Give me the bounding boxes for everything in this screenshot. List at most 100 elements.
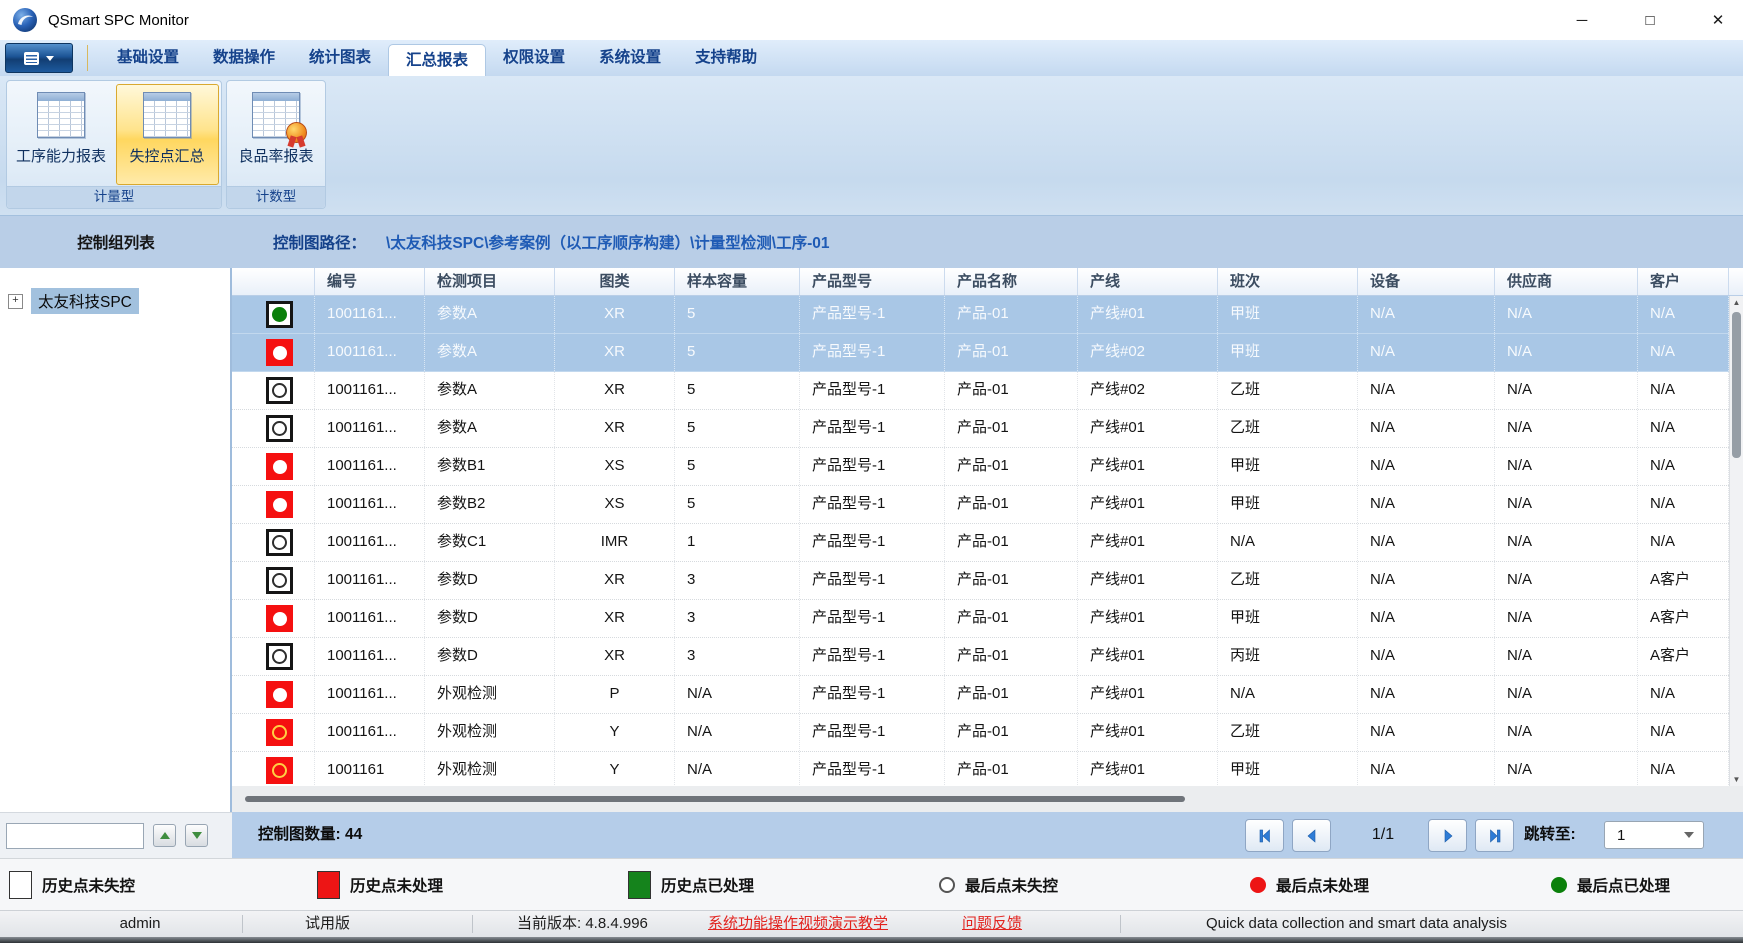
column-header-设备[interactable]: 设备: [1358, 268, 1495, 295]
logged-in-user: admin: [95, 911, 185, 937]
table-cell: 5: [675, 296, 800, 333]
menu-item-0[interactable]: 基础设置: [100, 40, 196, 76]
table-cell: N/A: [1638, 714, 1729, 751]
maximize-button[interactable]: □: [1639, 12, 1661, 29]
column-header-产品名称[interactable]: 产品名称: [945, 268, 1078, 295]
horizontal-scrollbar-thumb[interactable]: [245, 796, 1185, 802]
minimize-button[interactable]: ─: [1571, 12, 1593, 29]
table-cell: 3: [675, 638, 800, 675]
table-cell: 产品-01: [945, 676, 1078, 713]
ribbon-button-1-0[interactable]: 良品率报表: [227, 84, 325, 185]
table-cell: 甲班: [1218, 486, 1358, 523]
table-row[interactable]: 1001161...参数AXR5产品型号-1产品-01产线#01甲班N/AN/A…: [232, 296, 1729, 334]
table-row[interactable]: 1001161...参数DXR3产品型号-1产品-01产线#01乙班N/AN/A…: [232, 562, 1729, 600]
ribbon-button-0-1[interactable]: 失控点汇总: [116, 84, 219, 185]
column-header-产线[interactable]: 产线: [1078, 268, 1218, 295]
status-cell: [232, 714, 315, 751]
table-cell: 产品型号-1: [800, 486, 945, 523]
table-row[interactable]: 1001161...参数AXR5产品型号-1产品-01产线#02甲班N/AN/A…: [232, 334, 1729, 372]
app-menu-button[interactable]: [5, 43, 73, 73]
ribbon-group-label: 计数型: [227, 186, 325, 208]
table-row[interactable]: 1001161外观检测YN/A产品型号-1产品-01产线#01甲班N/AN/AN…: [232, 752, 1729, 786]
table-cell: N/A: [1358, 410, 1495, 447]
menu-item-2[interactable]: 统计图表: [292, 40, 388, 76]
control-group-tree-panel: + 太友科技SPC: [0, 268, 232, 812]
legend-item-1: 历史点未处理: [317, 859, 443, 911]
table-cell: 1001161...: [315, 714, 425, 751]
table-cell: XR: [555, 600, 675, 637]
first-page-button[interactable]: [1245, 819, 1284, 852]
report-table-icon: [143, 92, 191, 138]
column-header-供应商[interactable]: 供应商: [1495, 268, 1638, 295]
table-cell: N/A: [675, 714, 800, 751]
close-button[interactable]: ✕: [1707, 11, 1729, 29]
table-cell: 甲班: [1218, 448, 1358, 485]
table-row[interactable]: 1001161...外观检测PN/A产品型号-1产品-01产线#01N/AN/A…: [232, 676, 1729, 714]
ribbon-button-0-0[interactable]: 工序能力报表: [10, 84, 113, 185]
table-cell: XR: [555, 372, 675, 409]
table-cell: 产线#01: [1078, 676, 1218, 713]
menu-item-4[interactable]: 权限设置: [486, 40, 582, 76]
menu-item-3[interactable]: 汇总报表: [388, 44, 486, 76]
horizontal-scrollbar[interactable]: [232, 786, 1743, 812]
table-cell: 1001161: [315, 752, 425, 786]
table-row[interactable]: 1001161...参数B2XS5产品型号-1产品-01产线#01甲班N/AN/…: [232, 486, 1729, 524]
column-header-编号[interactable]: 编号: [315, 268, 425, 295]
table-body: 1001161...参数AXR5产品型号-1产品-01产线#01甲班N/AN/A…: [232, 296, 1729, 786]
column-header-产品型号[interactable]: 产品型号: [800, 268, 945, 295]
status-bar: admin 试用版 当前版本: 4.8.4.996 系统功能操作视频演示教学 问…: [0, 910, 1743, 937]
table-row[interactable]: 1001161...参数AXR5产品型号-1产品-01产线#02乙班N/AN/A…: [232, 372, 1729, 410]
edition-label: 试用版: [305, 911, 350, 937]
table-cell: XR: [555, 410, 675, 447]
table-row[interactable]: 1001161...参数C1IMR1产品型号-1产品-01产线#01N/AN/A…: [232, 524, 1729, 562]
legend-square-icon: [317, 871, 340, 899]
feedback-link[interactable]: 问题反馈: [962, 911, 1022, 937]
menu-item-1[interactable]: 数据操作: [196, 40, 292, 76]
vertical-scrollbar[interactable]: ▲ ▼: [1729, 296, 1743, 786]
tree-search-input[interactable]: [6, 823, 144, 849]
breadcrumb[interactable]: \太友科技SPC\参考案例（以工序顺序构建）\计量型检测\工序-01: [386, 231, 830, 253]
scroll-down-icon[interactable]: ▼: [1730, 775, 1743, 784]
table-cell: IMR: [555, 524, 675, 561]
ribbon-button-label: 工序能力报表: [16, 145, 106, 166]
table-row[interactable]: 1001161...外观检测YN/A产品型号-1产品-01产线#01乙班N/AN…: [232, 714, 1729, 752]
table-cell: 参数A: [425, 296, 555, 333]
tree-expand-icon[interactable]: +: [8, 294, 23, 309]
table-cell: 3: [675, 562, 800, 599]
vertical-scrollbar-thumb[interactable]: [1732, 312, 1741, 458]
video-tutorial-link[interactable]: 系统功能操作视频演示教学: [708, 911, 888, 937]
table-cell: N/A: [1638, 676, 1729, 713]
move-down-button[interactable]: [185, 824, 208, 847]
scroll-up-icon[interactable]: ▲: [1730, 298, 1743, 307]
table-row[interactable]: 1001161...参数DXR3产品型号-1产品-01产线#01丙班N/AN/A…: [232, 638, 1729, 676]
previous-page-button[interactable]: [1292, 819, 1331, 852]
table-cell: Y: [555, 752, 675, 786]
table-row[interactable]: 1001161...参数B1XS5产品型号-1产品-01产线#01甲班N/AN/…: [232, 448, 1729, 486]
table-cell: 产线#01: [1078, 486, 1218, 523]
last-page-button[interactable]: [1475, 819, 1514, 852]
table-cell: 甲班: [1218, 600, 1358, 637]
table-cell: 外观检测: [425, 714, 555, 751]
column-header-status[interactable]: [232, 268, 315, 295]
column-header-班次[interactable]: 班次: [1218, 268, 1358, 295]
slogan-text: Quick data collection and smart data ana…: [1206, 911, 1507, 937]
table-cell: 1001161...: [315, 372, 425, 409]
table-row[interactable]: 1001161...参数AXR5产品型号-1产品-01产线#01乙班N/AN/A…: [232, 410, 1729, 448]
table-cell: 产品型号-1: [800, 524, 945, 561]
hollow-circle-icon: [266, 643, 293, 670]
red-dot-icon: [266, 681, 293, 708]
menu-item-6[interactable]: 支持帮助: [678, 40, 774, 76]
move-up-button[interactable]: [153, 824, 176, 847]
column-header-图类[interactable]: 图类: [555, 268, 675, 295]
column-header-检测项目[interactable]: 检测项目: [425, 268, 555, 295]
table-row[interactable]: 1001161...参数DXR3产品型号-1产品-01产线#01甲班N/AN/A…: [232, 600, 1729, 638]
menu-item-5[interactable]: 系统设置: [582, 40, 678, 76]
table-cell: N/A: [1638, 524, 1729, 561]
table-cell: 产品型号-1: [800, 296, 945, 333]
column-header-客户[interactable]: 客户: [1638, 268, 1729, 295]
tree-node-label[interactable]: 太友科技SPC: [31, 288, 139, 314]
next-page-button[interactable]: [1428, 819, 1467, 852]
jump-to-page-select[interactable]: 1: [1604, 821, 1704, 849]
column-header-样本容量[interactable]: 样本容量: [675, 268, 800, 295]
status-cell: [232, 296, 315, 333]
